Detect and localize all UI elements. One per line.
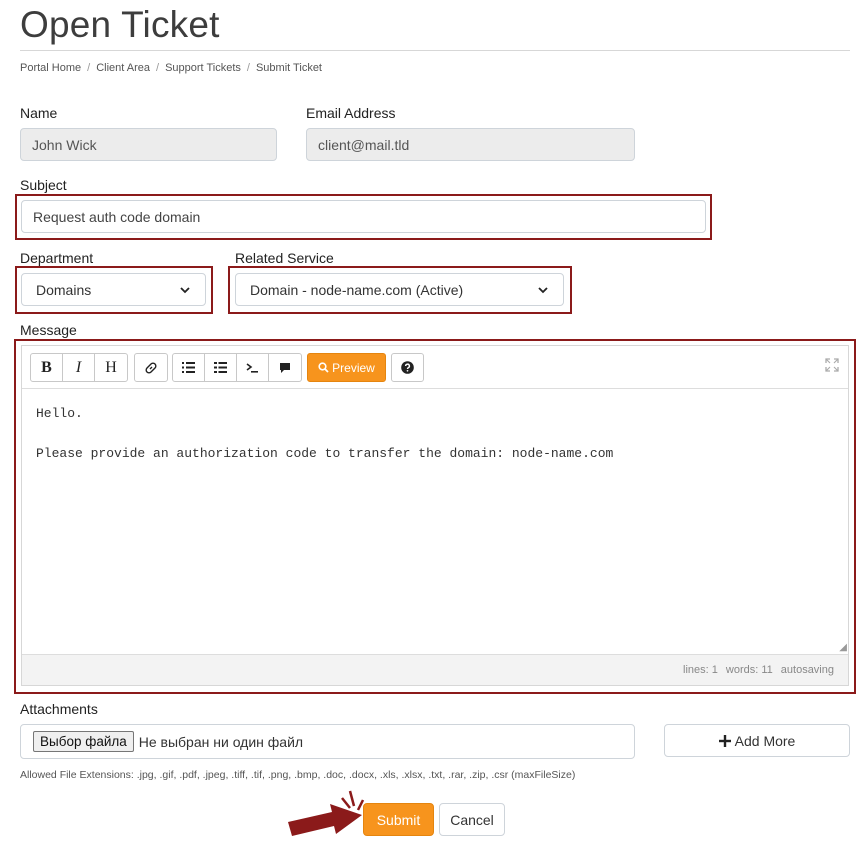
subject-label: Subject bbox=[20, 177, 67, 193]
preview-button[interactable]: Preview bbox=[307, 353, 386, 382]
no-file-text: Не выбран ни один файл bbox=[138, 733, 304, 750]
subject-input[interactable]: Request auth code domain bbox=[21, 200, 706, 233]
email-label: Email Address bbox=[306, 105, 396, 121]
resize-handle[interactable]: ◢ bbox=[839, 642, 847, 653]
comment-icon bbox=[280, 362, 290, 373]
status-lines: lines: 1 bbox=[683, 664, 718, 676]
service-label: Related Service bbox=[235, 250, 334, 266]
help-button[interactable] bbox=[391, 353, 424, 382]
email-value: client@mail.tld bbox=[318, 136, 410, 153]
department-value: Domains bbox=[36, 281, 92, 298]
message-editor[interactable]: B I H Preview Hello. Please provide an a… bbox=[21, 345, 849, 686]
fullscreen-icon bbox=[825, 358, 839, 372]
breadcrumb: Portal Home / Client Area / Support Tickets /… bbox=[20, 62, 322, 74]
cancel-button[interactable]: Cancel bbox=[439, 803, 505, 836]
list-group bbox=[172, 353, 302, 382]
ordered-list-icon bbox=[214, 362, 227, 373]
title-divider bbox=[20, 50, 850, 51]
italic-button[interactable]: I bbox=[63, 354, 95, 381]
email-field[interactable]: client@mail.tld bbox=[306, 128, 635, 161]
question-circle-icon bbox=[401, 361, 414, 374]
search-icon bbox=[318, 362, 329, 373]
bold-button[interactable]: B bbox=[31, 354, 63, 381]
heading-button[interactable]: H bbox=[95, 354, 127, 381]
unordered-list-icon bbox=[182, 362, 195, 373]
add-more-button[interactable]: Add More bbox=[664, 724, 850, 757]
chevron-down-icon bbox=[180, 286, 190, 293]
message-label: Message bbox=[20, 322, 77, 338]
name-label: Name bbox=[20, 105, 58, 121]
allowed-extensions: Allowed File Extensions: .jpg, .gif, .pd… bbox=[20, 769, 576, 781]
breadcrumb-current: Submit Ticket bbox=[255, 62, 322, 74]
file-input[interactable]: Выбор файла Не выбран ни один файл bbox=[20, 724, 635, 759]
link-button[interactable] bbox=[135, 354, 167, 381]
editor-toolbar: B I H Preview bbox=[22, 346, 848, 389]
name-field[interactable]: John Wick bbox=[20, 128, 277, 161]
editor-statusbar: lines: 1 words: 11 autosaving bbox=[22, 654, 848, 685]
code-icon bbox=[246, 363, 258, 373]
page-title: Open Ticket bbox=[20, 4, 220, 45]
breadcrumb-separator: / bbox=[87, 62, 91, 74]
service-select[interactable]: Domain - node-name.com (Active) bbox=[235, 273, 564, 306]
subject-value: Request auth code domain bbox=[33, 208, 201, 225]
status-words: words: 11 bbox=[725, 664, 773, 676]
link-group bbox=[134, 353, 168, 382]
preview-label: Preview bbox=[332, 360, 375, 375]
status-autosave: autosaving bbox=[780, 664, 834, 676]
breadcrumb-separator: / bbox=[156, 62, 160, 74]
choose-file-button[interactable]: Выбор файла bbox=[33, 731, 134, 752]
breadcrumb-portal-home[interactable]: Portal Home bbox=[20, 62, 81, 74]
department-select[interactable]: Domains bbox=[21, 273, 206, 306]
link-icon bbox=[145, 361, 157, 374]
attachments-label: Attachments bbox=[20, 701, 98, 717]
format-group: B I H bbox=[30, 353, 128, 382]
breadcrumb-support-tickets[interactable]: Support Tickets bbox=[165, 62, 241, 74]
name-value: John Wick bbox=[32, 136, 97, 153]
fullscreen-button[interactable] bbox=[825, 358, 839, 375]
service-value: Domain - node-name.com (Active) bbox=[250, 281, 464, 298]
quote-button[interactable] bbox=[269, 354, 301, 381]
department-label: Department bbox=[20, 250, 94, 266]
breadcrumb-client-area[interactable]: Client Area bbox=[96, 62, 150, 74]
code-button[interactable] bbox=[237, 354, 269, 381]
add-more-label: Add More bbox=[734, 732, 796, 749]
breadcrumb-separator: / bbox=[246, 62, 250, 74]
editor-content[interactable]: Hello. Please provide an authorization c… bbox=[36, 404, 613, 464]
plus-icon bbox=[718, 734, 731, 747]
arrow-icon bbox=[288, 790, 365, 836]
unordered-list-button[interactable] bbox=[173, 354, 205, 381]
chevron-down-icon bbox=[538, 286, 548, 293]
ordered-list-button[interactable] bbox=[205, 354, 237, 381]
